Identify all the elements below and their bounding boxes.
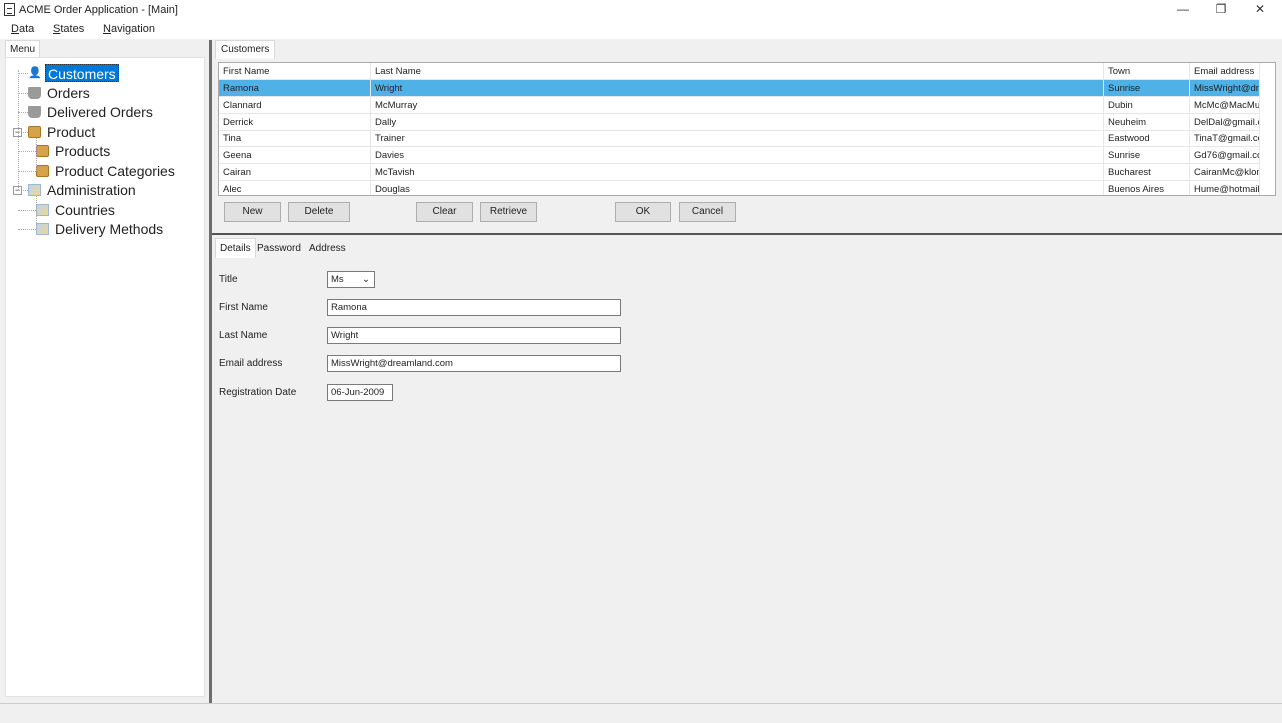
table-cell: Tina — [219, 130, 371, 148]
table-cell: Clannard — [219, 96, 371, 114]
column-header[interactable]: Last Name — [371, 63, 1104, 80]
table-cell: Dubin — [1104, 96, 1190, 114]
tree-item-delivered-orders[interactable]: Delivered Orders — [45, 103, 155, 121]
table-cell: Derrick — [219, 113, 371, 131]
table-cell: Wright — [371, 80, 1104, 97]
tree-connector — [36, 196, 37, 229]
table-cell: Gd76@gmail.cor — [1190, 147, 1260, 165]
last-name-field[interactable]: Wright — [327, 327, 621, 344]
tab-details[interactable]: Details — [215, 238, 256, 258]
tree-connector — [18, 170, 36, 172]
table-cell: McTavish — [371, 164, 1104, 181]
tree-item-product[interactable]: Product — [45, 123, 97, 141]
title-bar: ACME Order Application - [Main] — ❐ ✕ — [0, 0, 1282, 20]
first-name-field[interactable]: Ramona — [327, 299, 621, 316]
table-cell: Bucharest — [1104, 164, 1190, 181]
table-cell: Neuheim — [1104, 113, 1190, 131]
minimize-button[interactable]: — — [1168, 2, 1198, 18]
table-cell: Cairan — [219, 164, 371, 181]
tree-connector — [36, 137, 37, 171]
customers-grid: Alec Douglas Buenos Aires Hume@hotmail.c Cai… — [218, 62, 1276, 196]
table-cell: Dally — [371, 113, 1104, 131]
menu-states[interactable]: States — [53, 23, 84, 35]
maximize-button[interactable]: ❐ — [1206, 2, 1236, 18]
retrieve-button[interactable]: Retrieve — [480, 202, 537, 222]
tree-connector — [18, 209, 36, 211]
folder-icon — [28, 184, 41, 196]
table-cell: TinaT@gmail.cor — [1190, 130, 1260, 148]
cancel-button[interactable]: Cancel — [679, 202, 736, 222]
tree-item-orders[interactable]: Orders — [45, 84, 92, 102]
column-header[interactable]: Town — [1104, 63, 1190, 80]
column-header[interactable]: First Name — [219, 63, 371, 80]
last-name-label: Last Name — [219, 330, 268, 341]
table-cell: MissWright@dre — [1190, 80, 1260, 97]
close-button[interactable]: ✕ — [1245, 2, 1275, 18]
table-cell: Sunrise — [1104, 80, 1190, 97]
tree-connector — [18, 70, 19, 190]
menu-navigation[interactable]: Navigation — [103, 23, 155, 35]
table-cell: DelDal@gmail.co — [1190, 113, 1260, 131]
table-cell: Buenos Aires — [1104, 180, 1190, 195]
column-header[interactable]: Email address — [1190, 63, 1260, 80]
tree-connector — [18, 73, 28, 74]
tree-item-countries[interactable]: Countries — [53, 201, 117, 219]
tree-item-product-categories[interactable]: Product Categories — [53, 162, 177, 180]
app-document-icon — [4, 3, 15, 16]
window-title: ACME Order Application - [Main] — [19, 4, 178, 16]
menu-bar: Data States Navigation — [0, 20, 1282, 39]
title-label: Title — [219, 274, 238, 285]
box-icon — [36, 164, 49, 177]
tree-item-customers[interactable]: Customers — [45, 64, 119, 82]
tree-item-delivery-methods[interactable]: Delivery Methods — [53, 220, 165, 238]
cart-icon — [28, 106, 41, 118]
first-name-label: First Name — [219, 302, 268, 313]
table-cell: Douglas — [371, 180, 1104, 195]
menu-data[interactable]: Data — [11, 23, 34, 35]
table-cell: Geena — [219, 147, 371, 165]
table-cell: McMc@MacMurr — [1190, 96, 1260, 114]
chevron-down-icon: ⌄ — [362, 274, 370, 285]
tab-address[interactable]: Address — [309, 243, 346, 254]
tab-password[interactable]: Password — [257, 243, 301, 254]
folder-icon — [36, 223, 49, 235]
tree-connector — [18, 92, 28, 94]
new-button[interactable]: New — [224, 202, 281, 222]
tree-connector — [18, 151, 36, 152]
table-cell: Sunrise — [1104, 147, 1190, 165]
status-bar — [0, 703, 1282, 723]
title-select[interactable]: Ms ⌄ — [327, 271, 375, 288]
table-cell: Hume@hotmail.c — [1190, 180, 1260, 195]
tree-item-products[interactable]: Products — [53, 142, 112, 160]
clear-button[interactable]: Clear — [416, 202, 473, 222]
table-cell: Eastwood — [1104, 130, 1190, 148]
table-cell: CairanMc@klonc — [1190, 164, 1260, 181]
email-label: Email address — [219, 358, 283, 369]
table-cell: McMurray — [371, 96, 1104, 114]
ok-button[interactable]: OK — [615, 202, 671, 222]
email-field[interactable]: MissWright@dreamland.com — [327, 355, 621, 372]
delete-button[interactable]: Delete — [288, 202, 350, 222]
navigation-tree: 👤 Customers Orders Delivered Orders Product −… — [5, 57, 205, 697]
tab-customers[interactable]: Customers — [215, 40, 276, 59]
box-icon — [28, 125, 41, 138]
table-cell: Trainer — [371, 130, 1104, 148]
registration-date-label: Registration Date — [219, 387, 297, 398]
tree-connector — [18, 112, 28, 113]
tree-item-administration[interactable]: Administration — [45, 181, 138, 199]
details-panel — [212, 258, 1282, 703]
table-cell: Ramona — [219, 80, 371, 97]
box-icon — [36, 145, 49, 157]
registration-date-field[interactable]: 06-Jun-2009 — [327, 384, 393, 401]
folder-icon — [36, 203, 49, 216]
tree-connector — [18, 229, 36, 230]
table-cell: Alec — [219, 180, 371, 195]
cart-icon — [28, 86, 41, 99]
horizontal-splitter[interactable] — [212, 233, 1282, 235]
user-icon: 👤 — [28, 67, 42, 79]
tab-menu[interactable]: Menu — [5, 40, 41, 58]
table-cell: Davies — [371, 147, 1104, 165]
